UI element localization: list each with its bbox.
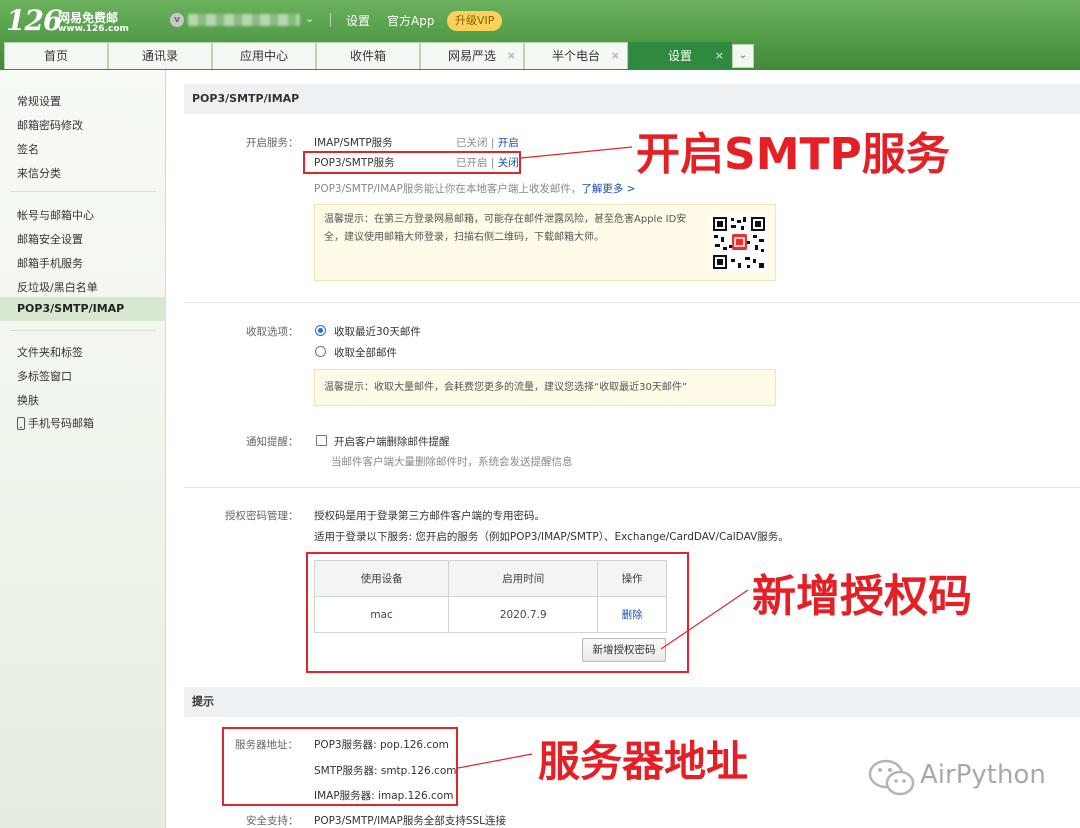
- receive-options-label: 收取选项：: [246, 326, 299, 338]
- sidebar-divider: [10, 191, 156, 192]
- watermark-text: AirPython: [920, 760, 1046, 790]
- sidebar-item-pop3-smtp-imap[interactable]: POP3/SMTP/IMAP: [0, 297, 166, 321]
- annotation-enable-smtp: 开启SMTP服务: [636, 129, 950, 180]
- imap-smtp-service-name: IMAP/SMTP服务: [314, 137, 393, 149]
- imap-smtp-enable-link[interactable]: 开启: [498, 137, 519, 149]
- tab-yanxuan[interactable]: 网易严选 ×: [420, 42, 524, 69]
- mobile-phone-icon: [17, 417, 25, 430]
- settings-sidebar: 常规设置 邮箱密码修改 签名 来信分类 帐号与邮箱中心 邮箱安全设置 邮箱手机服…: [0, 70, 166, 828]
- option-all-mail-label[interactable]: 收取全部邮件: [334, 345, 397, 360]
- upgrade-vip-button[interactable]: 升级VIP: [447, 11, 503, 31]
- sidebar-item-folders[interactable]: 文件夹和标签: [17, 344, 83, 360]
- sidebar-item-skin[interactable]: 换肤: [17, 392, 39, 408]
- radio-all-mail[interactable]: [315, 346, 326, 357]
- auth-desc-line2: 适用于登录以下服务: 您开启的服务（例如POP3/IMAP/SMTP）、Exch…: [314, 531, 789, 543]
- highlight-box-pop3: [303, 151, 521, 174]
- tab-inbox[interactable]: 收件箱: [316, 42, 420, 69]
- sidebar-item-phone-mailbox[interactable]: 手机号码邮箱: [17, 415, 94, 431]
- sidebar-item-multi-tab[interactable]: 多标签窗口: [17, 368, 72, 384]
- tab-settings[interactable]: 设置 ×: [628, 42, 732, 69]
- user-account-blurred[interactable]: [188, 14, 300, 26]
- close-icon[interactable]: ×: [715, 43, 724, 69]
- settings-link[interactable]: 设置: [346, 12, 370, 29]
- ssl-support-text: POP3/SMTP/IMAP服务全部支持SSL连接: [314, 815, 507, 827]
- tab-contacts[interactable]: 通讯录: [108, 42, 212, 69]
- logo-number[interactable]: 126: [6, 4, 62, 37]
- annotation-add-auth-code: 新增授权码: [752, 571, 972, 622]
- security-tip-text: 温馨提示：在第三方登录网易邮箱，可能存在邮件泄露风险，甚至危害Apple ID安…: [324, 214, 687, 243]
- sidebar-item-password[interactable]: 邮箱密码修改: [17, 117, 83, 133]
- delete-reminder-checkbox[interactable]: [316, 435, 327, 446]
- radio-recent-30-days[interactable]: [315, 325, 326, 336]
- tab-radio[interactable]: 半个电台 ×: [524, 42, 628, 69]
- security-tip-box: 温馨提示：在第三方登录网易邮箱，可能存在邮件泄露风险，甚至危害Apple ID安…: [314, 204, 776, 281]
- tab-home[interactable]: 首页: [4, 42, 108, 69]
- delete-reminder-label[interactable]: 开启客户端删除邮件提醒: [334, 434, 450, 449]
- imap-smtp-status: 已关闭 | 开启: [456, 137, 519, 149]
- learn-more-link[interactable]: 了解更多 >: [581, 183, 635, 195]
- user-avatar[interactable]: v: [170, 13, 184, 27]
- option-recent-30-days-label[interactable]: 收取最近30天邮件: [334, 324, 421, 339]
- sidebar-divider: [10, 330, 156, 331]
- auth-password-label: 授权密码管理：: [225, 510, 299, 522]
- sidebar-item-spam[interactable]: 反垃圾/黑白名单: [17, 279, 98, 295]
- hint-section-title: 提示: [184, 687, 1080, 717]
- sidebar-item-security[interactable]: 邮箱安全设置: [17, 231, 83, 247]
- chevron-down-icon[interactable]: ⌄: [305, 12, 314, 25]
- settings-main-panel: POP3/SMTP/IMAP 开启服务： IMAP/SMTP服务 已关闭 | 开…: [184, 70, 1080, 828]
- close-icon[interactable]: ×: [507, 43, 516, 69]
- highlight-box-server: [222, 727, 458, 806]
- delete-reminder-sub: 当邮件客户端大量删除邮件时，系统会发送提醒信息: [331, 456, 573, 468]
- sidebar-item-signature[interactable]: 签名: [17, 141, 39, 157]
- tab-more-chevron-icon[interactable]: ⌄: [732, 44, 754, 68]
- logo-url: www.126.com: [58, 24, 129, 34]
- header-divider: [330, 13, 331, 27]
- wechat-icon: [868, 759, 915, 796]
- notify-label: 通知提醒：: [246, 436, 299, 448]
- enable-service-label: 开启服务：: [246, 137, 299, 149]
- sidebar-item-mail-filter[interactable]: 来信分类: [17, 165, 61, 181]
- receive-tip-box: 温馨提示：收取大量邮件，会耗费您更多的流量，建议您选择“收取最近30天邮件”: [314, 369, 776, 406]
- qr-code-icon: [711, 215, 767, 271]
- sidebar-item-mobile-service[interactable]: 邮箱手机服务: [17, 255, 83, 271]
- ssl-support-label: 安全支持：: [246, 815, 299, 827]
- sidebar-item-general[interactable]: 常规设置: [17, 93, 61, 109]
- auth-desc-line1: 授权码是用于登录第三方邮件客户端的专用密码。: [314, 510, 545, 522]
- close-icon[interactable]: ×: [611, 43, 620, 69]
- divider: [184, 302, 1080, 303]
- official-app-link[interactable]: 官方App: [387, 12, 434, 29]
- annotation-server-address: 服务器地址: [538, 737, 749, 786]
- receive-tip-text: 温馨提示：收取大量邮件，会耗费您更多的流量，建议您选择“收取最近30天邮件”: [324, 382, 688, 393]
- divider: [184, 487, 1080, 488]
- service-description: POP3/SMTP/IMAP服务能让你在本地客户端上收发邮件，了解更多 >: [314, 183, 636, 195]
- section-title: POP3/SMTP/IMAP: [184, 84, 1080, 114]
- tab-app-center[interactable]: 应用中心: [212, 42, 316, 69]
- highlight-box-auth-table: [306, 552, 689, 673]
- sidebar-item-account-center[interactable]: 帐号与邮箱中心: [17, 207, 94, 223]
